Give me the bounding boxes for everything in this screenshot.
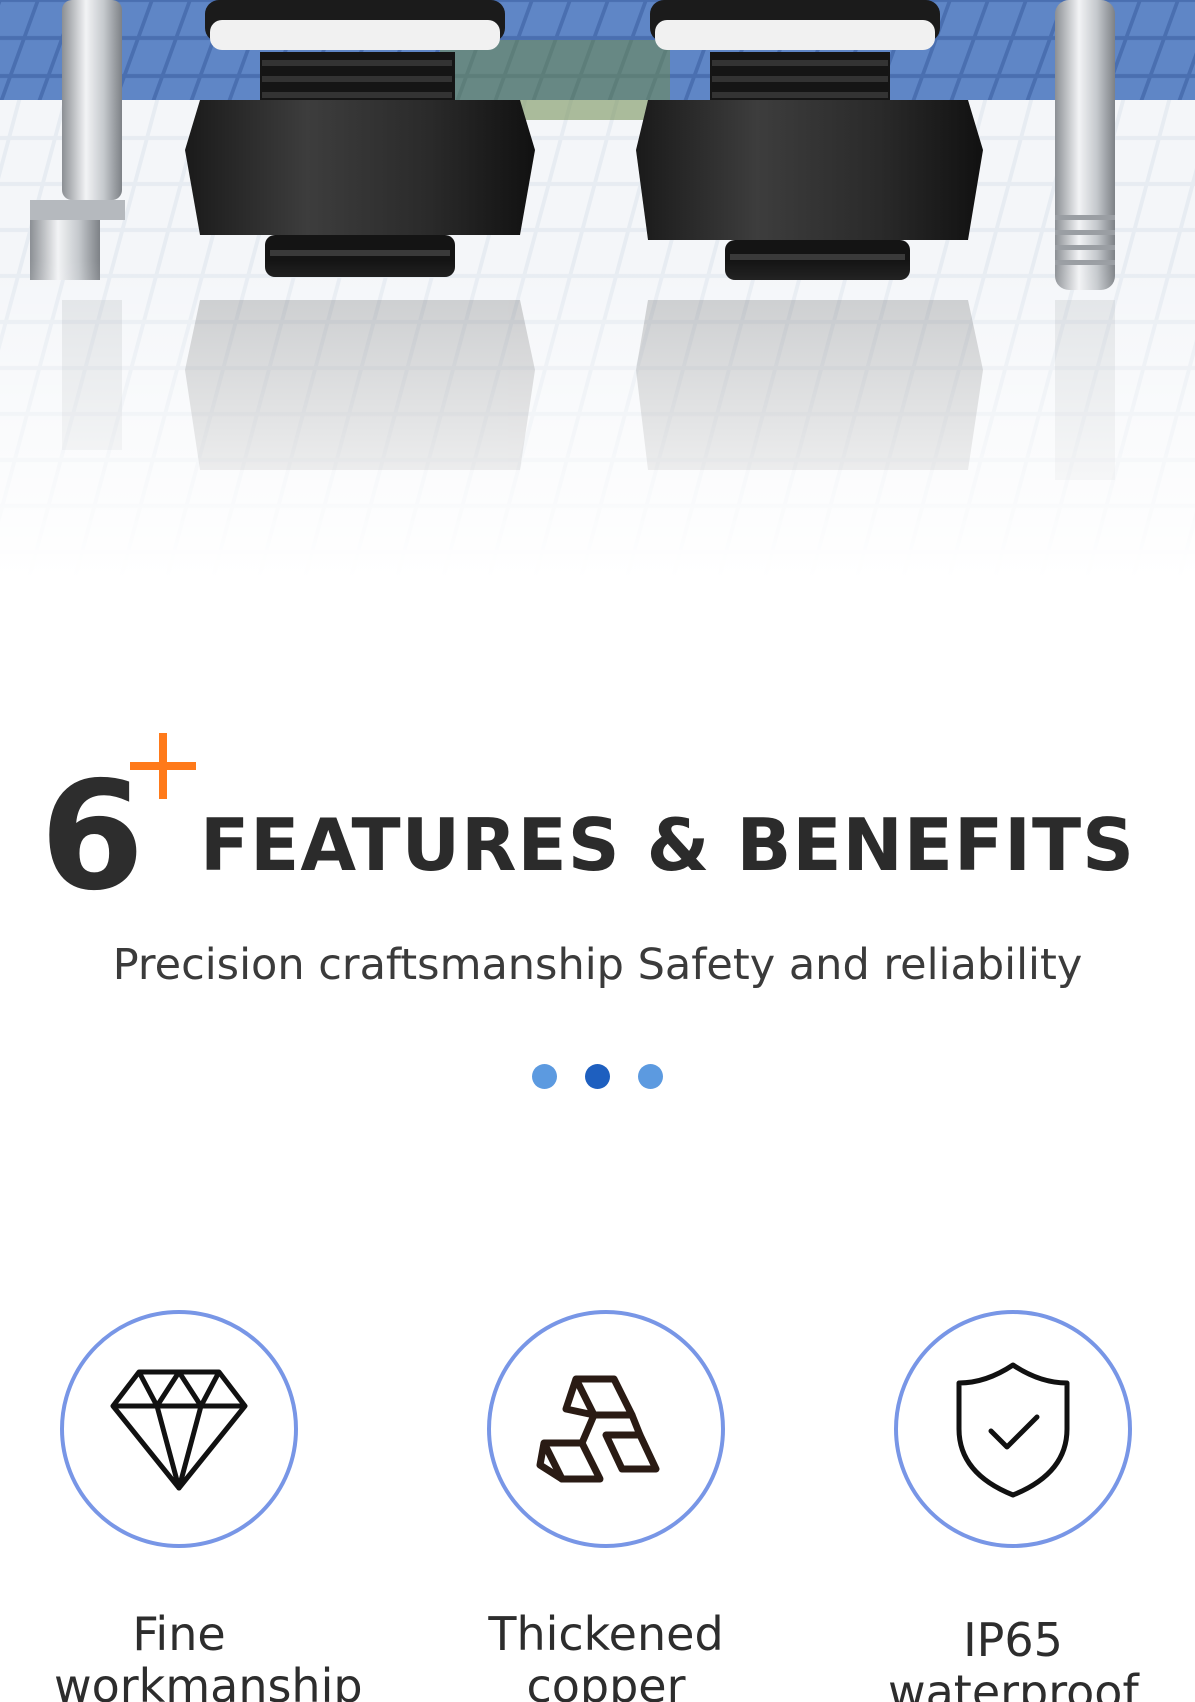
plus-icon (130, 733, 196, 799)
solar-connector-photo (0, 0, 1195, 580)
pagination-dot-1[interactable] (532, 1064, 557, 1089)
hero-product-image (0, 0, 1195, 580)
feature-card-ip65-waterproof: IP65 waterproof (888, 1310, 1139, 1702)
pagination-dot-3[interactable] (638, 1064, 663, 1089)
feature-icon-ring (894, 1310, 1132, 1548)
diamond-icon (110, 1369, 248, 1491)
feature-label: Fine workmanship (54, 1607, 363, 1702)
section-title: FEATURES & BENEFITS (200, 803, 1135, 887)
gold-bars-icon (536, 1375, 660, 1483)
product-page: 6 FEATURES & BENEFITS Precision craftsma… (0, 0, 1195, 1702)
feature-label: IP65 waterproof (888, 1613, 1139, 1702)
shield-check-icon (956, 1362, 1070, 1498)
feature-icon-ring (60, 1310, 298, 1548)
feature-card-thickened-copper: Thickened copper (481, 1310, 731, 1702)
features-headline: 6 FEATURES & BENEFITS (0, 700, 1195, 912)
feature-count-number: 6 (40, 750, 145, 924)
feature-card-fine-workmanship: Fine workmanship (54, 1310, 363, 1702)
feature-label: Thickened copper (488, 1607, 724, 1702)
feature-icon-ring (487, 1310, 725, 1548)
section-subtitle: Precision craftsmanship Safety and relia… (112, 940, 1083, 990)
pagination-dot-2-active[interactable] (585, 1064, 610, 1089)
carousel-pagination (0, 1064, 1195, 1092)
